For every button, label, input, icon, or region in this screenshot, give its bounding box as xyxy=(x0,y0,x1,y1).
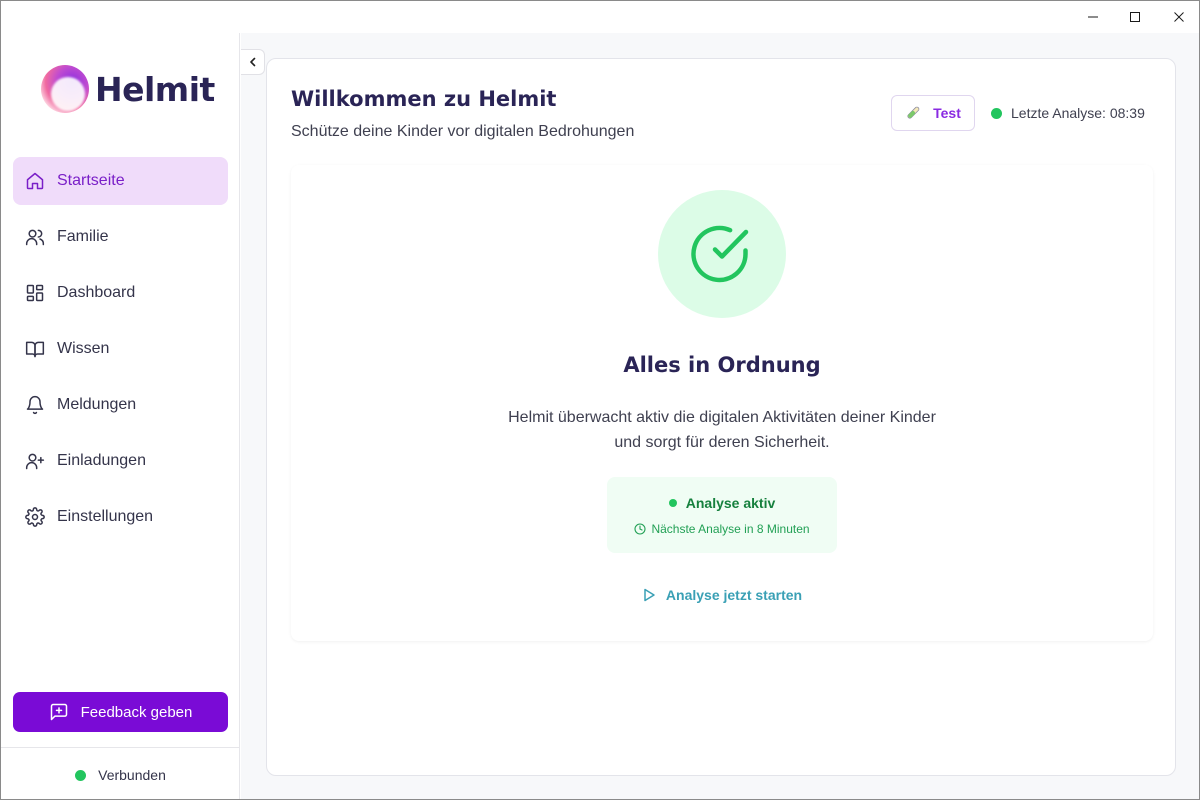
status-badge xyxy=(658,190,786,318)
status-dot-icon xyxy=(75,769,87,781)
logo-mark-icon xyxy=(41,65,89,113)
check-circle-icon xyxy=(691,225,749,283)
status-description: Helmit überwacht aktiv die digitalen Akt… xyxy=(508,409,936,451)
start-analysis-button[interactable]: Analyse jetzt starten xyxy=(291,587,1153,603)
gear-icon xyxy=(25,507,45,527)
test-button-label: Test xyxy=(933,105,961,121)
sidebar-item-einladungen[interactable]: Einladungen xyxy=(13,437,228,485)
sidebar-divider xyxy=(1,747,240,748)
home-icon xyxy=(25,171,45,191)
feedback-button[interactable]: Feedback geben xyxy=(13,692,228,732)
test-tube-icon xyxy=(905,105,921,121)
clock-icon xyxy=(634,523,647,535)
minimize-icon xyxy=(1088,16,1098,18)
sidebar-item-label: Dashboard xyxy=(57,284,136,301)
feedback-button-label: Feedback geben xyxy=(80,703,193,721)
close-button[interactable] xyxy=(1156,1,1199,33)
chevron-left-icon xyxy=(249,57,255,67)
maximize-button[interactable] xyxy=(1112,1,1158,33)
title-bar xyxy=(1,1,1199,33)
sidebar-item-label: Meldungen xyxy=(57,396,137,413)
main-area: Willkommen zu Helmit Schütze deine Kinde… xyxy=(241,33,1199,799)
status-title: Alles in Ordnung xyxy=(623,353,821,377)
test-button[interactable]: Test xyxy=(891,95,975,131)
status-dot-icon xyxy=(668,499,677,507)
sidebar-nav: Startseite Familie Dashboard Wissen Meld… xyxy=(13,157,228,549)
sidebar-item-label: Startseite xyxy=(57,172,125,189)
status-panel: Alles in Ordnung Helmit überwacht aktiv … xyxy=(291,165,1153,641)
sidebar-item-wissen[interactable]: Wissen xyxy=(13,325,228,373)
sidebar-item-label: Einladungen xyxy=(57,452,146,469)
content-card: Willkommen zu Helmit Schütze deine Kinde… xyxy=(266,58,1176,776)
sidebar-item-meldungen[interactable]: Meldungen xyxy=(13,381,228,429)
connection-status: Verbunden xyxy=(1,763,240,787)
analysis-status-box: Analyse aktiv Nächste Analyse in 8 Minut… xyxy=(607,477,837,553)
sidebar-item-einstellungen[interactable]: Einstellungen xyxy=(13,493,228,541)
start-analysis-label: Analyse jetzt starten xyxy=(665,587,803,603)
next-analysis-label: Nächste Analyse in 8 Minuten xyxy=(651,522,810,536)
app-logo: Helmit xyxy=(41,65,215,113)
status-dot-icon xyxy=(991,107,1002,119)
sidebar-item-label: Familie xyxy=(57,228,109,245)
sidebar-item-dashboard[interactable]: Dashboard xyxy=(13,269,228,317)
sidebar-item-startseite[interactable]: Startseite xyxy=(13,157,228,205)
users-icon xyxy=(25,227,45,247)
close-icon xyxy=(1174,12,1184,22)
page-title: Willkommen zu Helmit xyxy=(291,87,557,111)
page-subtitle: Schütze deine Kinder vor digitalen Bedro… xyxy=(291,123,635,140)
sidebar-item-familie[interactable]: Familie xyxy=(13,213,228,261)
analysis-active-label: Analyse aktiv xyxy=(685,495,776,511)
logo-text: Helmit xyxy=(95,69,215,109)
sidebar-item-label: Wissen xyxy=(57,340,110,357)
message-plus-icon xyxy=(49,702,69,722)
collapse-sidebar-button[interactable] xyxy=(241,49,265,75)
last-analysis-indicator: Letzte Analyse: 08:39 xyxy=(991,103,1145,123)
sidebar-item-label: Einstellungen xyxy=(57,508,154,525)
book-icon xyxy=(25,339,45,359)
maximize-icon xyxy=(1130,12,1140,22)
analysis-active-indicator: Analyse aktiv xyxy=(607,495,837,511)
connection-status-label: Verbunden xyxy=(98,767,166,783)
sidebar: Helmit Startseite Familie Dashboard Wiss… xyxy=(1,33,240,799)
dashboard-icon xyxy=(25,283,45,303)
minimize-button[interactable] xyxy=(1070,1,1116,33)
next-analysis-indicator: Nächste Analyse in 8 Minuten xyxy=(607,522,837,536)
bell-icon xyxy=(25,395,45,415)
user-plus-icon xyxy=(25,451,45,471)
play-icon xyxy=(642,588,656,602)
app-window: Helmit Startseite Familie Dashboard Wiss… xyxy=(0,0,1200,800)
last-analysis-label: Letzte Analyse: 08:39 xyxy=(1011,105,1145,121)
